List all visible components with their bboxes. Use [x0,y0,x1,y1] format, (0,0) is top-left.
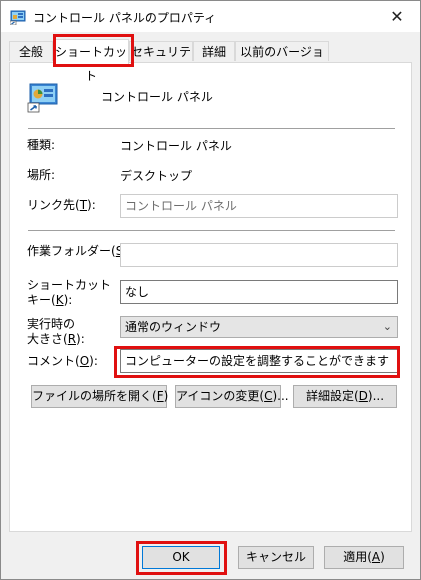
shortcut-key-label-pre: キー( [27,293,56,307]
start-in-label: 作業フォルダー(S): [27,243,132,260]
comment-label: コメント(O): [27,353,98,370]
separator [28,230,395,231]
shortcut-key-label: キー(K): [27,292,72,309]
run-select[interactable]: 通常のウィンドウ ⌄ [120,316,398,338]
advanced-pre: 詳細設定( [305,389,359,403]
apply-button[interactable]: 適用(A) [324,546,404,569]
shortcut-name: コントロール パネル [101,90,213,104]
location-label: 場所: [27,168,56,182]
open-location-pre: ファイルの場所を開く( [32,389,157,403]
run-label: 大きさ(R): [27,331,85,348]
run-label-post: ): [76,332,85,346]
advanced-post: )... [367,389,385,403]
run-select-value: 通常のウィンドウ [125,320,222,334]
advanced-button[interactable]: 詳細設定(D)... [293,385,397,408]
type-value: コントロール パネル [120,139,232,153]
shortcut-key-field[interactable]: なし [120,280,398,304]
run-label-pre: 大きさ( [27,332,68,346]
change-icon-button[interactable]: アイコンの変更(C)... [175,385,289,408]
run-label-key: R [67,332,77,346]
tab-security[interactable]: セキュリティ [129,41,193,79]
start-in-field[interactable] [120,243,398,267]
change-icon-post: )... [272,389,289,403]
tab-shortcut[interactable]: ショートカット [53,39,129,83]
title-bar: コントロール パネルのプロパティ ✕ [1,1,420,32]
properties-dialog: コントロール パネルのプロパティ ✕ 全般 ショートカット セキュリティ 詳細 … [0,0,421,580]
comment-label-pre: コメント( [27,354,80,368]
tab-previous-versions[interactable]: 以前のバージョン [235,41,329,79]
tab-details[interactable]: 詳細 [193,41,235,61]
open-location-key: F [156,389,164,403]
apply-pre: 適用( [343,550,372,564]
target-label-key: T [79,198,88,212]
apply-key: A [371,550,381,564]
tab-general[interactable]: 全般 [9,41,53,61]
open-location-post: ) [163,389,169,403]
control-panel-icon [10,10,26,25]
comment-field[interactable]: コンピューターの設定を調整することができます [120,349,398,373]
location-value: デスクトップ [120,169,193,183]
shortcut-key-label-key: K [55,293,64,307]
target-label-post: ): [87,198,96,212]
comment-label-key: O [79,354,90,368]
start-in-label-pre: 作業フォルダー( [27,244,116,258]
advanced-key: D [358,389,368,403]
target-field[interactable]: コントロール パネル [120,194,398,218]
shortcut-panel: コントロール パネル 種類: コントロール パネル 場所: デスクトップ リンク… [9,62,412,532]
target-label: リンク先(T): [27,197,96,214]
separator [28,128,395,129]
apply-post: ) [380,550,385,564]
close-icon: ✕ [390,7,404,26]
comment-label-post: ): [89,354,98,368]
control-panel-icon [27,83,58,113]
open-file-location-button[interactable]: ファイルの場所を開く(F) [31,385,169,408]
close-button[interactable]: ✕ [374,1,420,32]
cancel-button[interactable]: キャンセル [238,546,314,569]
target-label-pre: リンク先( [27,198,80,212]
change-icon-pre: アイコンの変更( [176,389,265,403]
type-label: 種類: [27,138,56,152]
chevron-down-icon: ⌄ [382,320,392,333]
shortcut-key-label-post: ): [63,293,73,307]
ok-button[interactable]: OK [142,546,220,569]
window-title: コントロール パネルのプロパティ [33,11,217,25]
